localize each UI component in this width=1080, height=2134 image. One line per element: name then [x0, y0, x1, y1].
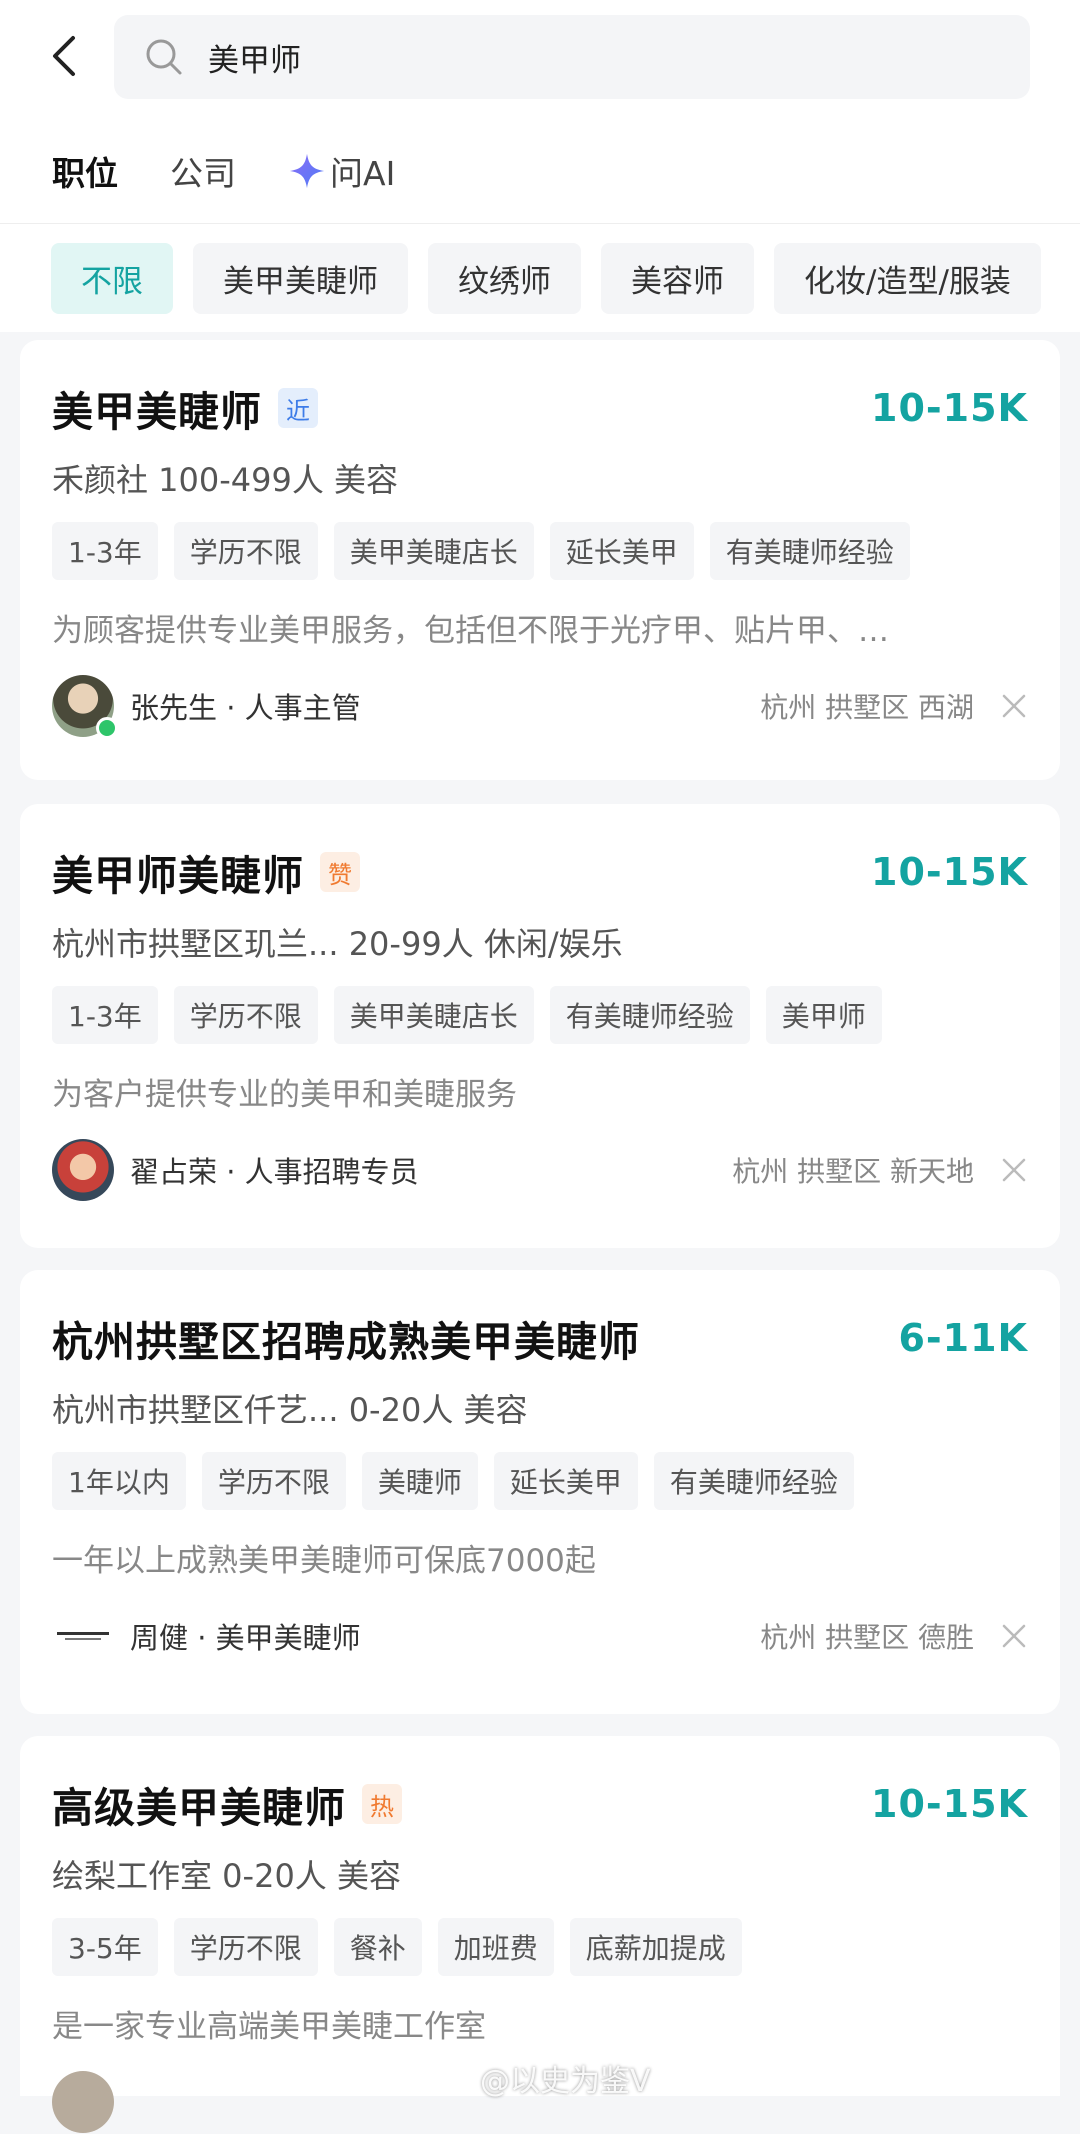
tag: 美甲美睫店长 [333, 522, 534, 580]
company-info: 禾颜社 100-499人 美容 [52, 461, 399, 499]
tag-list: 1-3年 学历不限 美甲美睫店长 有美睫师经验 美甲师 [52, 986, 1028, 1044]
tag: 延长美甲 [493, 1452, 638, 1510]
company-logo-icon [57, 1632, 109, 1640]
job-description: 一年以上成熟美甲美睫师可保底7000起 [52, 1542, 596, 1579]
search-input[interactable]: 美甲师 [114, 15, 1030, 99]
job-description: 是一家专业高端美甲美睫工作室 [52, 2008, 486, 2045]
tab-ask-ai[interactable]: 问AI [288, 147, 395, 195]
salary: 10-15K [871, 1782, 1028, 1826]
job-title: 杭州拱墅区招聘成熟美甲美睫师 [52, 1318, 640, 1366]
dismiss-icon[interactable] [1000, 692, 1028, 720]
weibo-logo-icon [440, 2066, 473, 2092]
avatar [52, 2071, 114, 2133]
recruiter-name: 周健 · 美甲美睫师 [130, 1621, 361, 1655]
job-title: 美甲师美睫师 [52, 852, 304, 900]
location: 杭州 拱墅区 新天地 [732, 1155, 974, 1188]
tag: 学历不限 [173, 1918, 318, 1976]
filter-chip[interactable]: 美甲美睫师 [193, 243, 408, 314]
dismiss-icon[interactable] [1000, 1156, 1028, 1184]
tag: 美睫师 [361, 1452, 478, 1510]
recruiter: 张先生 · 人事主管 [52, 675, 361, 739]
watermark: @以史为鉴V [440, 2056, 651, 2100]
tag: 学历不限 [173, 986, 318, 1044]
job-card[interactable]: 美甲美睫师 近 10-15K 禾颜社 100-499人 美容 1-3年 学历不限… [20, 340, 1060, 780]
job-description: 为客户提供专业的美甲和美睫服务 [52, 1076, 517, 1113]
recruiter: 翟占荣 · 人事招聘专员 [52, 1139, 419, 1201]
nearby-badge: 近 [278, 388, 318, 428]
filter-chip-all[interactable]: 不限 [51, 243, 173, 314]
back-button[interactable] [40, 30, 88, 82]
back-arrow-icon [53, 36, 75, 76]
job-card[interactable]: 高级美甲美睫师 热 10-15K 绘梨工作室 0-20人 美容 3-5年 学历不… [20, 1736, 1060, 2133]
online-status-dot [96, 717, 118, 739]
tag: 1-3年 [52, 986, 158, 1044]
tag: 学历不限 [201, 1452, 346, 1510]
filter-chips: 不限 美甲美睫师 纹绣师 美容师 化妆/造型/服装 [51, 243, 1080, 314]
tab-jobs-label: 职位 [52, 154, 118, 193]
location: 杭州 拱墅区 德胜 [760, 1621, 974, 1654]
tag: 美甲美睫店长 [333, 986, 534, 1044]
tag: 有美睫师经验 [549, 986, 750, 1044]
header: 美甲师 职位 公司 问AI 不限 美甲美睫师 纹绣师 美容师 化妆/造型/服装 [0, 0, 1080, 332]
search-icon [146, 39, 182, 75]
praise-badge: 赞 [320, 852, 360, 892]
filter-chip[interactable]: 纹绣师 [428, 243, 581, 314]
dismiss-icon[interactable] [1000, 1622, 1028, 1650]
tag-list: 1-3年 学历不限 美甲美睫店长 延长美甲 有美睫师经验 [52, 522, 1028, 580]
job-card[interactable]: 杭州拱墅区招聘成熟美甲美睫师 6-11K 杭州市拱墅区仟艺... 0-20人 美… [20, 1270, 1060, 1714]
recruiter-name: 张先生 · 人事主管 [130, 691, 361, 725]
filter-chip[interactable]: 化妆/造型/服装 [774, 243, 1041, 314]
recruiter [52, 2071, 130, 2133]
watermark-text: @以史为鉴V [480, 2064, 651, 2099]
job-description: 为顾客提供专业美甲服务，包括但不限于光疗甲、贴片甲、… [52, 612, 889, 649]
filter-chip[interactable]: 美容师 [601, 243, 754, 314]
tag: 美甲师 [765, 986, 882, 1044]
salary: 6-11K [898, 1316, 1028, 1360]
tag: 延长美甲 [549, 522, 694, 580]
company-info: 杭州市拱墅区仟艺... 0-20人 美容 [52, 1391, 528, 1429]
ai-sparkle-icon [289, 153, 325, 189]
tab-companies[interactable]: 公司 [170, 147, 236, 195]
tag: 有美睫师经验 [709, 522, 910, 580]
avatar [52, 675, 118, 739]
tab-companies-label: 公司 [170, 154, 236, 193]
tag: 有美睫师经验 [653, 1452, 854, 1510]
company-info: 绘梨工作室 0-20人 美容 [52, 1857, 401, 1895]
tab-ask-ai-label: 问AI [330, 154, 396, 193]
tag: 底薪加提成 [569, 1918, 742, 1976]
tag: 3-5年 [52, 1918, 158, 1976]
search-value: 美甲师 [208, 42, 301, 79]
location: 杭州 拱墅区 西湖 [760, 691, 974, 724]
avatar [52, 1139, 114, 1201]
job-card[interactable]: 美甲师美睫师 赞 10-15K 杭州市拱墅区玑兰... 20-99人 休闲/娱乐… [20, 804, 1060, 1248]
tag: 1年以内 [52, 1452, 186, 1510]
tag-list: 3-5年 学历不限 餐补 加班费 底薪加提成 [52, 1918, 1028, 1976]
divider [0, 223, 1080, 224]
job-title: 美甲美睫师 [52, 388, 262, 436]
recruiter: 周健 · 美甲美睫师 [52, 1605, 361, 1667]
hot-badge: 热 [362, 1784, 402, 1824]
logo-avatar [52, 1605, 114, 1667]
tab-jobs[interactable]: 职位 [52, 147, 118, 195]
tag: 餐补 [333, 1918, 422, 1976]
recruiter-name: 翟占荣 · 人事招聘专员 [130, 1155, 419, 1189]
tag-list: 1年以内 学历不限 美睫师 延长美甲 有美睫师经验 [52, 1452, 1028, 1510]
tag: 1-3年 [52, 522, 158, 580]
tag: 学历不限 [173, 522, 318, 580]
job-title: 高级美甲美睫师 [52, 1784, 346, 1832]
company-info: 杭州市拱墅区玑兰... 20-99人 休闲/娱乐 [52, 925, 623, 963]
salary: 10-15K [871, 386, 1028, 430]
tag: 加班费 [437, 1918, 554, 1976]
tab-bar: 职位 公司 问AI [52, 143, 447, 199]
salary: 10-15K [871, 850, 1028, 894]
